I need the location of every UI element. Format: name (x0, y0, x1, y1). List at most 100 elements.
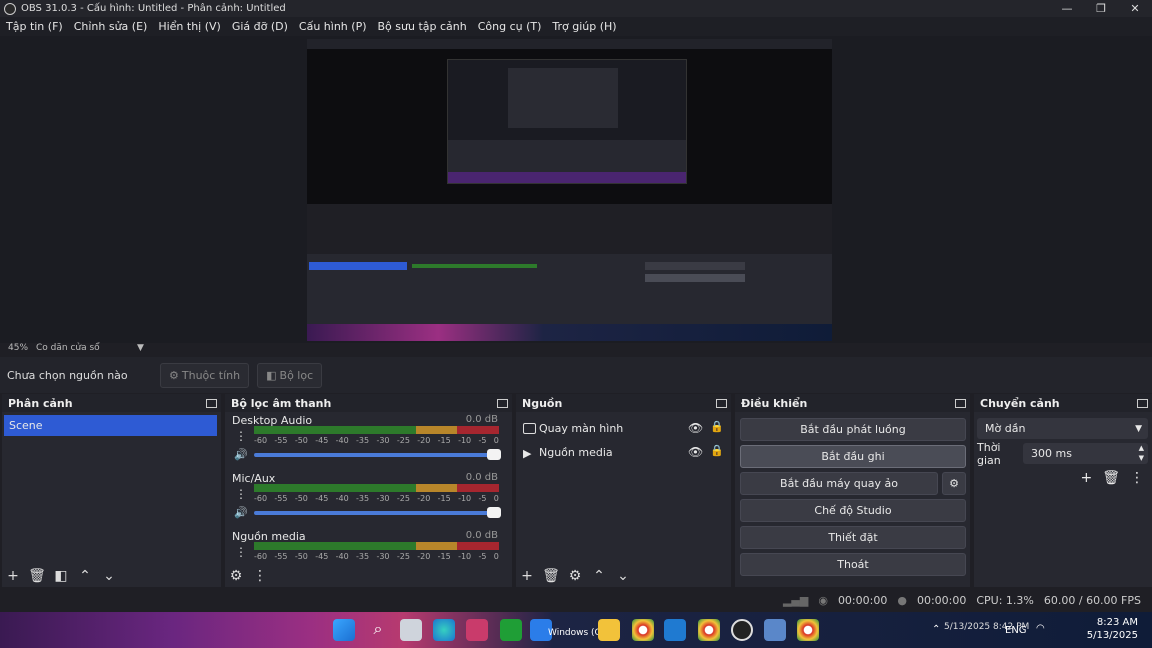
transitions-dock: Chuyển cảnh Mờ dần ▼ Thời gian 300 ms ▲ ▼… (974, 394, 1152, 587)
kebab-menu-icon[interactable]: ⋮ (251, 567, 269, 585)
advanced-audio-icon[interactable]: ⚙ (227, 567, 245, 585)
add-icon[interactable]: + (4, 567, 22, 585)
chevron-up-icon[interactable]: ⌃ (932, 624, 940, 635)
source-item[interactable]: ▶ Nguồn media 👁 🔒 (516, 440, 731, 464)
source-item[interactable]: Quay màn hình 👁 🔒 (516, 416, 731, 440)
app-icon[interactable] (466, 619, 488, 641)
eye-icon[interactable]: 👁 (688, 421, 703, 435)
zoom-bar: 45% Co dãn cửa sổ ▼ (0, 343, 1152, 356)
trash-icon[interactable]: 🗑 (542, 567, 560, 585)
kebab-menu-icon[interactable]: ⋮ (1130, 470, 1144, 486)
maximize-button[interactable]: ❐ (1084, 0, 1118, 17)
kebab-menu-icon[interactable]: ⋮ (234, 545, 248, 559)
move-down-icon[interactable]: ⌄ (100, 567, 118, 585)
edge-icon[interactable] (433, 619, 455, 641)
start-streaming-button[interactable]: Bắt đầu phát luồng (740, 418, 966, 441)
windows-start-icon[interactable] (333, 619, 355, 641)
volume-meter (254, 542, 499, 550)
zoom-dropdown-icon[interactable]: ▼ (137, 343, 144, 353)
properties-button[interactable]: ⚙ Thuộc tính (160, 362, 250, 388)
preview-canvas[interactable] (307, 39, 832, 341)
virtual-camera-settings-button[interactable]: ⚙ (942, 472, 966, 495)
slider-knob[interactable] (487, 507, 501, 518)
trash-icon[interactable]: 🗑 (1102, 470, 1120, 486)
chrome-icon[interactable] (797, 619, 819, 641)
menu-scene-collection[interactable]: Bộ sưu tập cảnh (378, 20, 467, 33)
stream-icon: ◉ (818, 594, 828, 607)
undock-icon[interactable] (716, 398, 727, 408)
add-icon[interactable]: + (1080, 470, 1092, 486)
lock-icon[interactable]: 🔒 (710, 420, 724, 433)
spinner-icon[interactable]: ▲ ▼ (1139, 443, 1144, 463)
title-bar: OBS 31.0.3 - Cấu hình: Untitled - Phân c… (0, 0, 1152, 17)
close-button[interactable]: ✕ (1118, 0, 1152, 17)
menu-profile[interactable]: Cấu hình (P) (299, 20, 367, 33)
chrome-icon[interactable] (698, 619, 720, 641)
speaker-icon[interactable]: 🔊 (234, 506, 248, 520)
kebab-menu-icon[interactable]: ⋮ (234, 429, 248, 443)
minimize-button[interactable]: — (1050, 0, 1084, 17)
clock[interactable]: 8:23 AM 5/13/2025 (1087, 616, 1138, 642)
zoom-mode[interactable]: Co dãn cửa sổ (36, 343, 100, 353)
clock-time: 8:23 AM (1096, 617, 1138, 628)
window-title: OBS 31.0.3 - Cấu hình: Untitled - Phân c… (21, 3, 286, 14)
volume-slider[interactable] (254, 449, 501, 460)
channel-db: 0.0 dB (465, 530, 498, 541)
filters-button[interactable]: ◧ Bộ lọc (257, 362, 323, 388)
filter-icon[interactable]: ◧ (52, 567, 70, 585)
mixer-channel: Mic/Aux 0.0 dB ⋮ 🔊 -60 -55 -50 -45 -40 -35 -30… (228, 470, 501, 528)
menu-docks[interactable]: Giá đỡ (D) (232, 20, 288, 33)
add-icon[interactable]: + (518, 567, 536, 585)
move-up-icon[interactable]: ⌃ (590, 567, 608, 585)
undock-icon[interactable] (497, 398, 508, 408)
play-icon: ▶ (523, 446, 532, 460)
eye-icon[interactable]: 👁 (688, 445, 703, 459)
menu-tools[interactable]: Công cụ (T) (478, 20, 542, 33)
lock-icon[interactable]: 🔒 (710, 444, 724, 457)
move-up-icon[interactable]: ⌃ (76, 567, 94, 585)
exit-button[interactable]: Thoát (740, 553, 966, 576)
chrome-icon[interactable] (632, 619, 654, 641)
xbox-icon[interactable] (500, 619, 522, 641)
gear-icon: ⚙ (169, 368, 179, 382)
undock-icon[interactable] (206, 398, 217, 408)
preview-mini-scene (309, 262, 407, 270)
record-time: 00:00:00 (916, 594, 967, 607)
wifi-icon[interactable]: ◠ (1036, 623, 1045, 634)
menu-edit[interactable]: Chỉnh sửa (E) (74, 20, 148, 33)
kebab-menu-icon[interactable]: ⋮ (234, 487, 248, 501)
preview-mini-btn (645, 262, 745, 270)
monitor-icon (523, 422, 536, 434)
trash-icon[interactable]: 🗑 (28, 567, 46, 585)
controls-dock: Điều khiển Bắt đầu phát luồng Bắt đầu gh… (735, 394, 970, 587)
network-icon: ▂▄▆ (782, 594, 809, 607)
start-recording-button[interactable]: Bắt đầu ghi (740, 445, 966, 468)
obs-icon[interactable] (731, 619, 753, 641)
duration-field[interactable]: 300 ms ▲ ▼ (1023, 443, 1148, 464)
volume-slider[interactable] (254, 507, 501, 518)
duration-label: Thời gian (977, 440, 1001, 467)
gear-icon[interactable]: ⚙ (566, 567, 584, 585)
scene-item[interactable]: Scene (4, 415, 217, 436)
file-explorer-icon[interactable] (598, 619, 620, 641)
undock-icon[interactable] (955, 398, 966, 408)
transitions-title: Chuyển cảnh (980, 396, 1060, 410)
mixer-channel: Desktop Audio 0.0 dB ⋮ 🔊 -60 -55 -50 -45 -40… (228, 412, 501, 470)
app-icon[interactable] (764, 619, 786, 641)
speaker-icon[interactable]: 🔊 (234, 448, 248, 462)
vscode-icon[interactable] (664, 619, 686, 641)
transition-type-select[interactable]: Mờ dần ▼ (977, 418, 1148, 439)
language-indicator[interactable]: ENG (1005, 625, 1027, 636)
menu-file[interactable]: Tập tin (F) (6, 20, 63, 33)
menu-help[interactable]: Trợ giúp (H) (552, 20, 616, 33)
slider-knob[interactable] (487, 449, 501, 460)
studio-mode-button[interactable]: Chế độ Studio (740, 499, 966, 522)
menu-view[interactable]: Hiển thị (V) (158, 20, 221, 33)
virtual-camera-button[interactable]: Bắt đầu máy quay ảo (740, 472, 938, 495)
move-down-icon[interactable]: ⌄ (614, 567, 632, 585)
search-icon[interactable]: ⌕ (367, 619, 389, 641)
undock-icon[interactable] (1137, 398, 1148, 408)
settings-button[interactable]: Thiết đặt (740, 526, 966, 549)
audio-mixer-dock: Bộ lọc âm thanh Desktop Audio 0.0 dB ⋮ 🔊… (225, 394, 512, 587)
task-view-icon[interactable] (400, 619, 422, 641)
